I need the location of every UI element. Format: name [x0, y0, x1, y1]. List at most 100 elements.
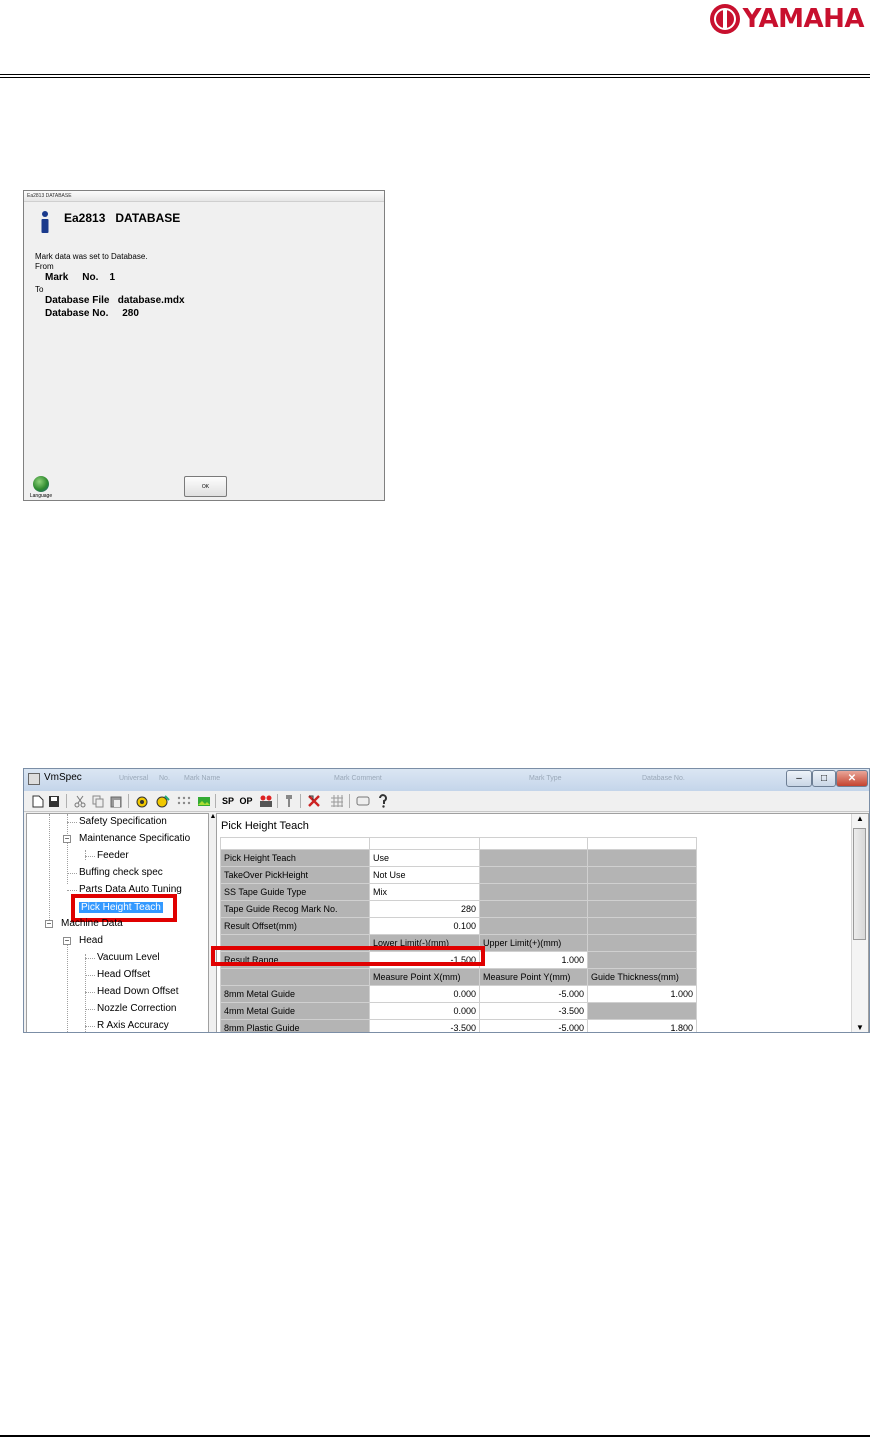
scroll-down-arrow-icon[interactable]: ▼: [852, 1023, 868, 1032]
save-icon[interactable]: [48, 795, 60, 808]
pick-height-teach-pane: Pick Height Teach Pick Height Teach Use Ta…: [211, 813, 869, 1032]
grid-cell: [587, 849, 697, 867]
people-icon[interactable]: [259, 794, 273, 808]
tree-line: [67, 890, 77, 891]
cut-icon[interactable]: [74, 795, 86, 808]
grid-row: SS Tape Guide Type Mix: [220, 883, 697, 901]
collapse-icon[interactable]: −: [45, 920, 53, 928]
grid-row-label: SS Tape Guide Type: [220, 883, 370, 901]
grid-header-row: [220, 837, 697, 850]
grid-cell[interactable]: 0.000: [369, 1002, 480, 1020]
grid-cell[interactable]: 0.100: [369, 917, 480, 935]
grid-scrollbar[interactable]: ▲ ▼: [851, 814, 868, 1032]
grid-cell: Measure Point X(mm): [369, 968, 480, 986]
help-icon[interactable]: [378, 794, 388, 808]
grid-icon[interactable]: [330, 794, 344, 808]
grid-cell: [479, 900, 588, 918]
grid-row: Result Offset(mm) 0.100: [220, 917, 697, 935]
tree-item-feeder[interactable]: Feeder: [97, 849, 129, 863]
toolbar-separator: [66, 794, 67, 808]
grid-cell[interactable]: Not Use: [369, 866, 480, 884]
toolbar: SP OP: [24, 791, 869, 812]
pin-icon[interactable]: [284, 794, 294, 808]
grid-row-label: Pick Height Teach: [220, 849, 370, 867]
minimize-button[interactable]: –: [786, 770, 812, 787]
tree-item-maintenance-specification[interactable]: Maintenance Specificatio: [79, 832, 190, 846]
scrollbar-thumb[interactable]: [853, 828, 866, 940]
window-title-bar: VmSpec: [24, 769, 869, 791]
vmspec-window: VmSpec Universal No. Mark Name Mark Comm…: [23, 768, 870, 1033]
grid-cell: [479, 837, 588, 850]
grid-cell[interactable]: -5.000: [479, 985, 588, 1003]
selected-tree-label: Pick Height Teach: [79, 902, 163, 913]
grid-cell: [479, 883, 588, 901]
sp-button[interactable]: SP: [221, 794, 235, 808]
cross-tools-icon[interactable]: [307, 794, 321, 808]
tree-item-buffing-check-spec[interactable]: Buffing check spec: [79, 866, 163, 880]
database-dialog: Ea2813 DATABASE Ea2813 DATABASE Mark dat…: [23, 190, 385, 501]
grid-cell[interactable]: -3.500: [479, 1002, 588, 1020]
tree-line: [67, 873, 77, 874]
tree-line: [67, 938, 68, 1032]
camera-settings-icon[interactable]: [156, 795, 170, 808]
grid-cell: [587, 934, 697, 952]
paste-icon[interactable]: [110, 795, 122, 808]
ghost-header: Universal: [119, 775, 149, 782]
app-icon: [28, 773, 40, 785]
camera-icon[interactable]: [136, 795, 150, 808]
grid-row: 4mm Metal Guide 0.000 -3.500: [220, 1002, 697, 1020]
grid-cell[interactable]: Mix: [369, 883, 480, 901]
grid-cell[interactable]: -5.000: [479, 1019, 588, 1032]
tree-line: [85, 856, 95, 857]
dots-grid-icon[interactable]: [177, 795, 191, 808]
language-button[interactable]: Language: [28, 476, 54, 499]
tree-item-nozzle-correction[interactable]: Nozzle Correction: [97, 1002, 176, 1016]
ghost-header: Mark Comment: [334, 775, 382, 782]
collapse-icon[interactable]: −: [63, 937, 71, 945]
grid-row: 8mm Metal Guide 0.000 -5.000 1.000: [220, 985, 697, 1003]
op-button[interactable]: OP: [239, 794, 253, 808]
grid-cell[interactable]: 1.000: [479, 951, 588, 969]
tree-line: [85, 992, 95, 993]
tree-item-head[interactable]: Head: [79, 934, 103, 948]
tree-item-machine-data[interactable]: Machine Data: [61, 917, 123, 931]
ok-button[interactable]: OK: [184, 476, 227, 497]
grid-cell[interactable]: -3.500: [369, 1019, 480, 1032]
brand-name: YAMAHA: [742, 4, 865, 34]
toolbar-separator: [300, 794, 301, 808]
toolbar-separator: [349, 794, 350, 808]
keyboard-icon[interactable]: [356, 796, 370, 806]
grid-cell[interactable]: 1.000: [587, 985, 697, 1003]
image-icon[interactable]: [197, 795, 211, 808]
yamaha-logo: YAMAHA: [709, 2, 865, 36]
dialog-title-bar: Ea2813 DATABASE: [24, 191, 384, 202]
grid-cell: Guide Thickness(mm): [587, 968, 697, 986]
grid-row-label: TakeOver PickHeight: [220, 866, 370, 884]
tree-item-r-axis-accuracy[interactable]: R Axis Accuracy: [97, 1019, 169, 1032]
tree-item-head-offset[interactable]: Head Offset: [97, 968, 150, 982]
settings-grid: Pick Height Teach Use TakeOver PickHeight N…: [220, 837, 697, 1032]
copy-icon[interactable]: [92, 795, 104, 808]
grid-cell[interactable]: 280: [369, 900, 480, 918]
tree-item-vacuum-level[interactable]: Vacuum Level: [97, 951, 160, 965]
tree-line: [85, 1026, 95, 1027]
database-file: Database File database.mdx: [45, 295, 185, 306]
maximize-button[interactable]: □: [812, 770, 836, 787]
collapse-icon[interactable]: −: [63, 835, 71, 843]
grid-cell: [479, 866, 588, 884]
tree-item-head-down-offset[interactable]: Head Down Offset: [97, 985, 179, 999]
grid-row-label: Result Offset(mm): [220, 917, 370, 935]
close-button[interactable]: ✕: [836, 770, 868, 787]
grid-cell[interactable]: 0.000: [369, 985, 480, 1003]
tree-item-safety-specification[interactable]: Safety Specification: [79, 815, 167, 829]
grid-cell[interactable]: 1.800: [587, 1019, 697, 1032]
window-title: VmSpec: [44, 772, 82, 783]
grid-row-label: Tape Guide Recog Mark No.: [220, 900, 370, 918]
grid-row-label: 4mm Metal Guide: [220, 1002, 370, 1020]
grid-cell: [587, 837, 697, 850]
grid-cell[interactable]: Use: [369, 849, 480, 867]
tree-line: [85, 850, 86, 860]
new-file-icon[interactable]: [32, 795, 44, 808]
grid-row-label: 8mm Metal Guide: [220, 985, 370, 1003]
scroll-up-arrow-icon[interactable]: ▲: [852, 814, 868, 823]
